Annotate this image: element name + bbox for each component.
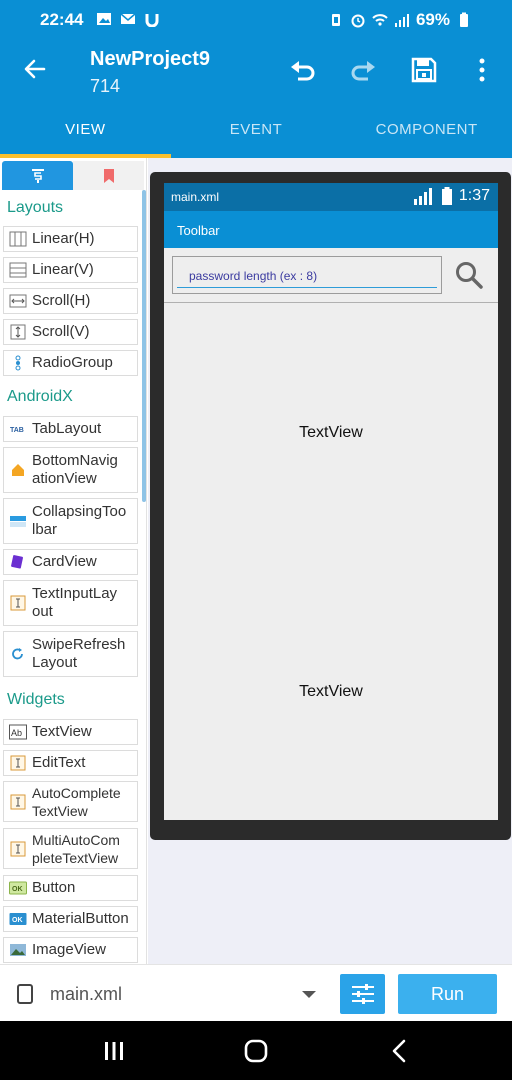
status-bar: 22:44 69%	[0, 0, 512, 40]
preview-search-row[interactable]: password length (ex : 8)	[164, 248, 498, 303]
back-nav-icon[interactable]	[387, 1038, 413, 1064]
refresh-icon	[12, 648, 23, 660]
palette-item-scroll-v[interactable]: Scroll(V)	[3, 319, 138, 345]
palette-item-materialbutton[interactable]: OK MaterialButton	[3, 906, 138, 932]
palette-item-cardview[interactable]: CardView	[3, 549, 138, 575]
preview-battery-icon	[441, 187, 452, 205]
button-icon: OK	[9, 881, 27, 895]
run-button[interactable]: Run	[398, 974, 497, 1014]
linear-v-icon	[9, 262, 27, 278]
section-layouts: Layouts	[7, 199, 64, 216]
multiautocomplete-icon	[10, 841, 26, 856]
status-time: 22:44	[40, 10, 84, 29]
edittext-icon	[10, 755, 26, 771]
back-arrow-icon[interactable]	[22, 56, 48, 82]
palette-item-autocompletetextview[interactable]: AutoComplete TextView	[3, 781, 138, 822]
battery-percent: 69%	[415, 10, 450, 29]
preview-textview-1[interactable]: TextView	[164, 424, 498, 442]
textview-icon: Ab	[9, 724, 27, 740]
svg-text:TAB: TAB	[10, 427, 24, 434]
preview-password-edittext[interactable]: password length (ex : 8)	[172, 256, 442, 294]
recent-apps-icon[interactable]	[101, 1038, 127, 1064]
preview-time: 1:37	[458, 187, 490, 204]
palette-item-swiperefreshlayout[interactable]: SwipeRefresh Layout	[3, 631, 138, 677]
svg-text:Ab: Ab	[11, 728, 22, 738]
current-file-name[interactable]: main.xml	[50, 984, 122, 1005]
home-icon	[12, 464, 24, 476]
app-notification-icon	[145, 14, 159, 27]
file-icon	[17, 984, 33, 1004]
palette-item-bottomnavigationview[interactable]: BottomNavig ationView	[3, 447, 138, 493]
palette-item-button[interactable]: OK Button	[3, 875, 138, 901]
palette-tab-widgets[interactable]	[2, 161, 73, 190]
cardview-icon	[11, 555, 23, 569]
search-icon[interactable]	[454, 260, 484, 290]
preview-toolbar[interactable]: Toolbar	[164, 211, 498, 248]
tab-event[interactable]: EVENT	[171, 100, 342, 158]
editor-tabs: VIEW EVENT COMPONENT	[0, 100, 512, 158]
palette-tab-bookmarks[interactable]	[73, 161, 144, 190]
palette-item-scroll-h[interactable]: Scroll(H)	[3, 288, 138, 314]
palette-item-edittext[interactable]: EditText	[3, 750, 138, 776]
tab-component[interactable]: COMPONENT	[341, 100, 512, 158]
alarm-icon	[351, 14, 365, 28]
image-icon	[10, 944, 26, 956]
undo-icon[interactable]	[288, 55, 318, 85]
tablayout-icon: TAB	[10, 427, 24, 434]
svg-text:OK: OK	[12, 917, 23, 924]
palette-item-collapsingtoolbar[interactable]: CollapsingToo lbar	[3, 498, 138, 544]
system-nav-bar	[0, 1021, 512, 1080]
preview-signal-icon	[413, 188, 432, 205]
scroll-h-icon	[9, 294, 27, 308]
palette-item-linear-h[interactable]: Linear(H)	[3, 226, 138, 252]
more-vert-icon[interactable]	[470, 55, 500, 85]
tab-view[interactable]: VIEW	[0, 100, 171, 158]
battery-icon	[460, 12, 468, 27]
palette-item-multiautocompletetextview[interactable]: MultiAutoCom pleteTextView	[3, 828, 138, 869]
file-dropdown-arrow-icon[interactable]	[302, 991, 316, 998]
widget-palette: Layouts Linear(H) Linear(V) Scroll(H) Sc…	[0, 158, 147, 964]
palette-item-textinputlayout[interactable]: TextInputLay out	[3, 580, 138, 626]
bookmark-icon	[103, 168, 114, 183]
project-title: NewProject9	[90, 48, 211, 70]
section-androidx: AndroidX	[7, 388, 73, 405]
app-bar: NewProject9 714	[0, 40, 512, 100]
autocomplete-icon	[10, 794, 26, 809]
gallery-icon	[97, 13, 111, 25]
redo-icon[interactable]	[348, 55, 378, 85]
tune-icon	[351, 984, 374, 1004]
linear-h-icon	[9, 231, 27, 247]
palette-item-linear-v[interactable]: Linear(V)	[3, 257, 138, 283]
section-widgets: Widgets	[7, 691, 65, 708]
home-button-icon[interactable]	[243, 1038, 269, 1064]
project-subtitle: 714	[90, 76, 121, 96]
mail-icon	[120, 13, 136, 24]
widgets-tab-icon	[31, 168, 44, 183]
preview-status-bar: main.xml 1:37	[164, 183, 498, 211]
textinput-icon	[10, 595, 26, 611]
radiogroup-icon	[15, 355, 21, 371]
material-button-icon: OK	[9, 913, 27, 925]
preview-textview-2[interactable]: TextView	[164, 683, 498, 701]
preview-file-name: main.xml	[171, 190, 220, 204]
palette-item-imageview[interactable]: ImageView	[3, 937, 138, 963]
palette-item-textview[interactable]: Ab TextView	[3, 719, 138, 745]
preview-edittext-hint: password length (ex : 8)	[189, 269, 318, 283]
properties-button[interactable]	[340, 974, 385, 1014]
palette-item-tablayout[interactable]: TAB TabLayout	[3, 416, 138, 442]
collapsing-toolbar-icon	[10, 516, 26, 527]
palette-item-radiogroup[interactable]: RadioGroup	[3, 350, 138, 376]
battery-saver-icon	[331, 14, 340, 26]
signal-icon	[394, 14, 409, 27]
save-icon[interactable]	[409, 55, 439, 85]
bottom-bar: main.xml Run	[0, 964, 512, 1021]
scroll-v-icon	[10, 324, 26, 340]
palette-scrollbar[interactable]	[142, 190, 146, 502]
wifi-icon	[372, 14, 388, 26]
svg-text:OK: OK	[12, 886, 23, 893]
